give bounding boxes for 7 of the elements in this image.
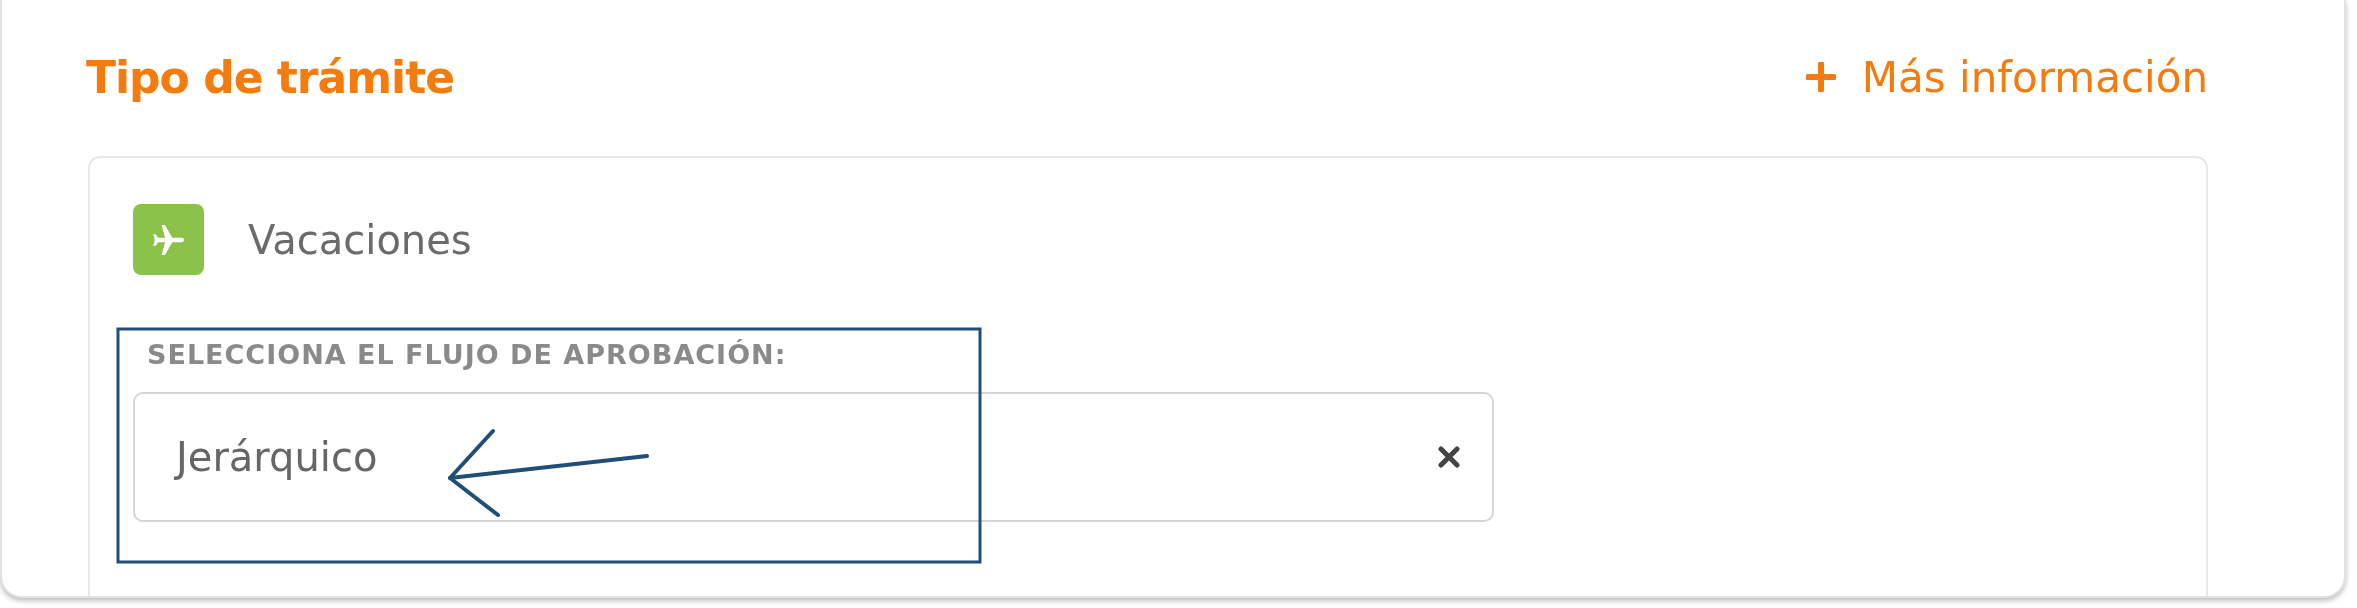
section-title: Tipo de trámite: [86, 51, 455, 103]
procedure-name: Vacaciones: [248, 216, 472, 263]
plus-icon: [1805, 62, 1836, 92]
airplane-icon: [133, 204, 204, 275]
field-label: SELECCIONA EL FLUJO DE APROBACIÓN:: [147, 339, 787, 370]
approval-flow-select[interactable]: Jerárquico: [133, 392, 1494, 522]
clear-icon[interactable]: [1438, 446, 1460, 468]
